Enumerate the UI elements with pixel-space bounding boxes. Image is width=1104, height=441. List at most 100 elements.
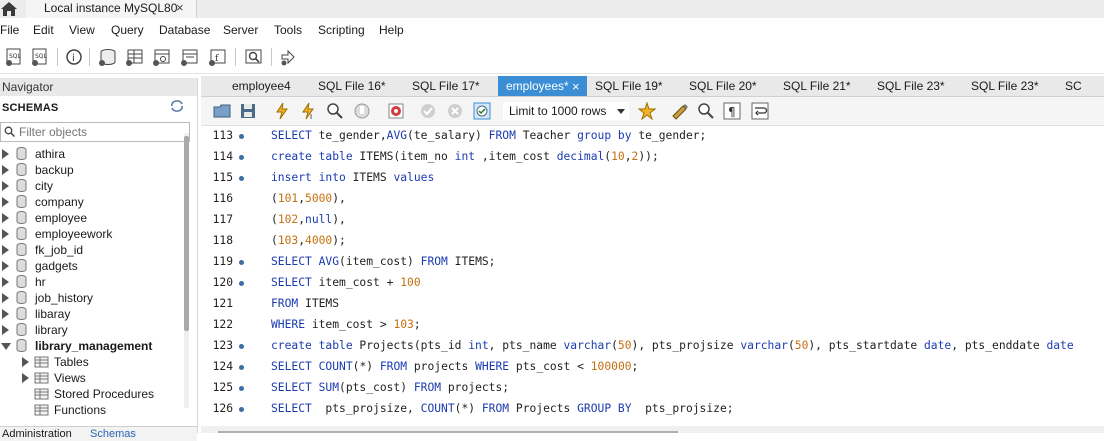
schema-item[interactable]: job_history	[0, 290, 182, 306]
close-icon[interactable]: ×	[176, 0, 184, 15]
expand-arrow-icon[interactable]	[22, 373, 29, 383]
expand-arrow-icon[interactable]	[2, 229, 9, 239]
schema-item[interactable]: libaray	[0, 306, 182, 322]
tree-item-functions[interactable]: Functions	[0, 402, 160, 418]
find-icon[interactable]	[697, 102, 715, 120]
navigator-scrollbar[interactable]	[184, 133, 189, 408]
expand-arrow-icon[interactable]	[2, 197, 9, 207]
schema-item[interactable]: fk_job_id	[0, 242, 182, 258]
schema-item[interactable]: city	[0, 178, 182, 194]
schema-item[interactable]: hr	[0, 274, 182, 290]
menu-scripting[interactable]: Scripting	[318, 23, 365, 37]
menu-help[interactable]: Help	[379, 23, 404, 37]
schema-item[interactable]: company	[0, 194, 182, 210]
schema-item[interactable]: employee	[0, 210, 182, 226]
schema-item[interactable]: athira	[0, 146, 182, 162]
save-icon[interactable]	[239, 102, 257, 120]
tab-overflow[interactable]: SC	[1057, 76, 1104, 96]
tab-sql-file-23b[interactable]: SQL File 23*	[963, 76, 1057, 96]
explain-icon[interactable]	[326, 102, 344, 120]
database-icon	[16, 323, 27, 336]
stop-icon[interactable]	[353, 102, 371, 120]
create-view-icon[interactable]	[152, 47, 172, 67]
tab-sql-file-16[interactable]: SQL File 16*	[296, 76, 390, 96]
tab-sql-file-17[interactable]: SQL File 17*	[390, 76, 485, 96]
tab-sql-file-21[interactable]: SQL File 21*	[775, 76, 869, 96]
tab-employees[interactable]: employees* ×	[498, 76, 587, 96]
menu-edit[interactable]: Edit	[33, 23, 54, 37]
rollback-icon[interactable]	[446, 102, 464, 120]
tab-label: SQL File 19*	[595, 79, 663, 93]
code-text: (101,5000),	[271, 192, 346, 205]
create-table-icon[interactable]	[125, 47, 145, 67]
scrollbar-thumb[interactable]	[184, 136, 189, 331]
menu-server[interactable]: Server	[223, 23, 258, 37]
tree-item-stored-procedures[interactable]: Stored Procedures	[0, 386, 160, 402]
invisible-characters-icon[interactable]: ¶	[723, 102, 741, 120]
autocommit-toggle-icon[interactable]	[473, 102, 491, 120]
word-wrap-icon[interactable]	[751, 102, 769, 120]
expand-arrow-icon[interactable]	[2, 245, 9, 255]
tab-schemas[interactable]: Schemas	[90, 428, 136, 440]
tab-sql-file-23[interactable]: SQL File 23*	[869, 76, 963, 96]
menu-tools[interactable]: Tools	[274, 23, 302, 37]
create-procedure-icon[interactable]	[180, 47, 200, 67]
execute-icon[interactable]	[273, 102, 291, 120]
connection-tab[interactable]: Local instance MySQL80 ×	[26, 0, 197, 18]
schema-item[interactable]: backup	[0, 162, 182, 178]
limit-rows-select[interactable]: Limit to 1000 rows	[503, 102, 629, 120]
menu-query[interactable]: Query	[111, 23, 144, 37]
inspector-icon[interactable]: i	[64, 47, 84, 67]
database-icon	[16, 179, 27, 192]
open-folder-icon[interactable]	[213, 102, 231, 120]
expand-arrow-icon[interactable]	[2, 325, 9, 335]
schema-item[interactable]: gadgets	[0, 258, 182, 274]
execute-current-icon[interactable]: I	[299, 102, 317, 120]
expand-arrow-icon[interactable]	[2, 165, 9, 175]
add-snippet-icon[interactable]	[638, 102, 656, 120]
search-table-data-icon[interactable]	[244, 47, 264, 67]
reconnect-icon[interactable]	[278, 47, 298, 67]
beautify-icon[interactable]	[671, 102, 689, 120]
expand-arrow-icon[interactable]	[2, 213, 9, 223]
editor-horizontal-scrollbar[interactable]	[201, 426, 1104, 433]
sql-editor[interactable]: 113 SELECT te_gender,AVG(te_salary) FROM…	[201, 126, 1104, 426]
tab-label: SQL File 23*	[877, 79, 945, 93]
toolbar-separator	[235, 48, 236, 66]
database-icon	[16, 259, 27, 272]
menu-file[interactable]: File	[0, 23, 19, 37]
new-sql-tab-icon[interactable]: SQL	[4, 47, 24, 67]
close-icon[interactable]: ×	[572, 79, 580, 94]
expand-arrow-icon[interactable]	[2, 309, 9, 319]
filter-objects-input[interactable]	[19, 124, 184, 139]
schema-item-expanded[interactable]: library_management	[0, 338, 182, 354]
create-function-icon[interactable]: f	[208, 47, 228, 67]
tab-sql-file-19[interactable]: SQL File 19*	[587, 76, 681, 96]
expand-arrow-icon[interactable]	[2, 149, 9, 159]
commit-icon[interactable]	[419, 102, 437, 120]
tab-employee4[interactable]: employee4	[201, 76, 296, 96]
menu-view[interactable]: View	[69, 23, 95, 37]
tree-item-tables[interactable]: Tables	[0, 354, 160, 370]
create-schema-icon[interactable]	[98, 47, 118, 67]
expand-arrow-icon[interactable]	[2, 261, 9, 271]
menu-database[interactable]: Database	[159, 23, 210, 37]
expand-arrow-icon[interactable]	[22, 357, 29, 367]
code-text: WHERE item_cost > 103;	[271, 318, 421, 331]
home-icon[interactable]	[0, 0, 18, 17]
expand-arrow-icon[interactable]	[2, 181, 9, 191]
expand-arrow-icon[interactable]	[2, 293, 9, 303]
expand-arrow-icon[interactable]	[2, 277, 9, 287]
tab-sql-file-20[interactable]: SQL File 20*	[681, 76, 775, 96]
open-sql-file-icon[interactable]: SQL	[30, 47, 50, 67]
schema-item[interactable]: library	[0, 322, 182, 338]
tab-administration[interactable]: Administration	[2, 428, 72, 440]
refresh-icon[interactable]	[170, 100, 184, 112]
toggle-error-icon[interactable]	[387, 102, 405, 120]
collapse-arrow-icon[interactable]	[1, 343, 11, 350]
tab-label: SC	[1065, 79, 1082, 93]
svg-text:SQL: SQL	[9, 53, 22, 60]
tree-item-views[interactable]: Views	[0, 370, 160, 386]
tab-label: SQL File 16*	[318, 79, 386, 93]
schema-item[interactable]: employeework	[0, 226, 182, 242]
